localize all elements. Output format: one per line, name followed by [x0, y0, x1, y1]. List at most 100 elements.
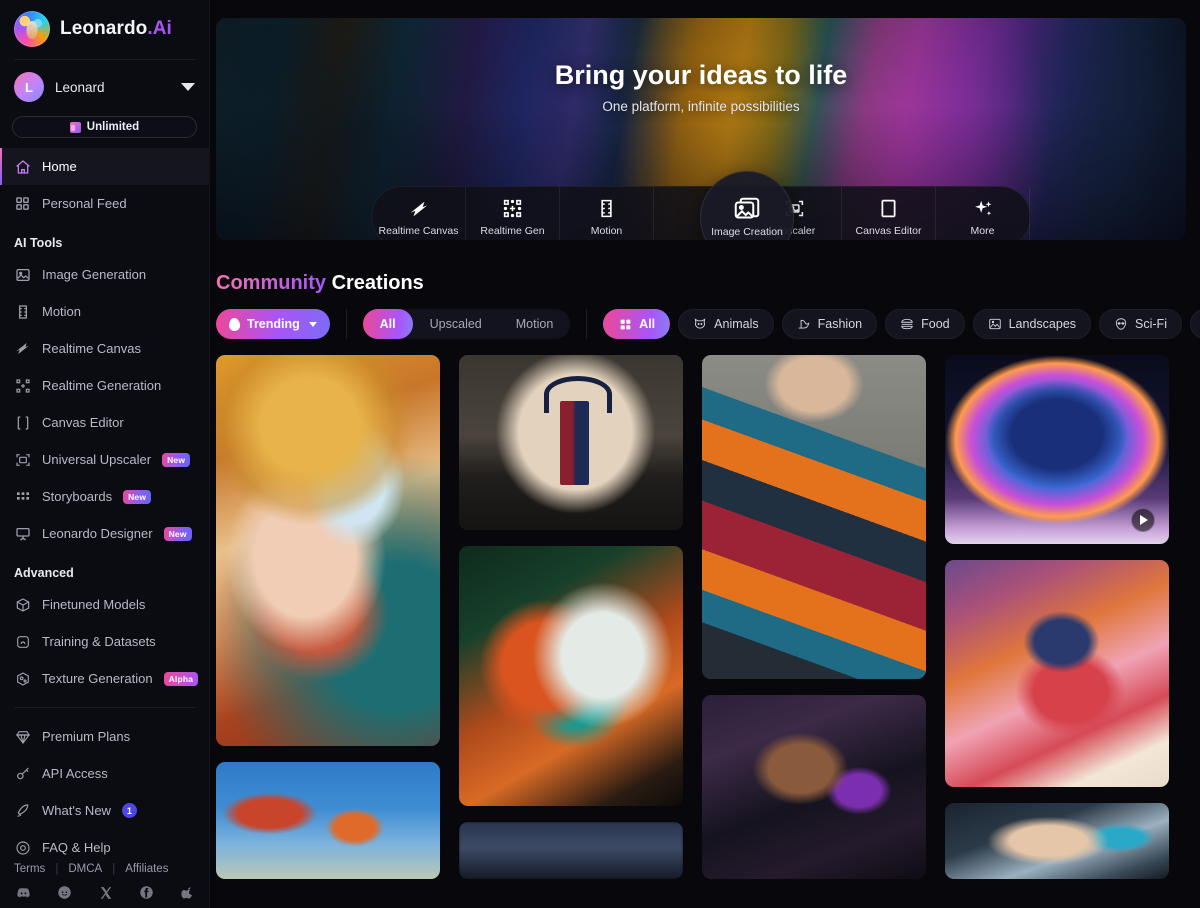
social-links [14, 885, 195, 900]
discord-icon[interactable] [16, 885, 31, 900]
key-icon [14, 765, 31, 782]
burger-icon [900, 317, 914, 331]
sidebar: Leonardo.Ai L Leonard Unlimited Home Per… [0, 0, 210, 908]
tool-label: Motion [590, 224, 623, 237]
category-label: Fashion [817, 317, 863, 331]
affiliates-link[interactable]: Affiliates [125, 863, 168, 875]
artwork-woman-with-mug [945, 560, 1169, 788]
gallery-card[interactable] [702, 355, 926, 679]
designer-icon [14, 525, 31, 542]
gallery-column [945, 355, 1169, 879]
help-icon [14, 839, 31, 856]
dmca-link[interactable]: DMCA [68, 863, 102, 875]
tool-canvas-editor[interactable]: Canvas Editor [842, 187, 936, 240]
gallery-card[interactable] [459, 546, 683, 807]
gallery-card[interactable] [945, 355, 1169, 545]
gallery-column [702, 355, 926, 879]
sidebar-item-label: Motion [42, 304, 82, 319]
legal-separator: | [112, 863, 116, 875]
gallery-card[interactable] [459, 822, 683, 879]
sidebar-item-storyboards[interactable]: Storyboards New [0, 478, 209, 515]
section-header: Community Creations [210, 240, 1200, 295]
sidebar-item-premium-plans[interactable]: Premium Plans [0, 718, 209, 755]
brand-header[interactable]: Leonardo.Ai [0, 0, 209, 57]
plan-badge-icon [69, 121, 81, 133]
plan-badge[interactable]: Unlimited [12, 116, 197, 138]
cat-icon [693, 317, 707, 331]
main-content: Bring your ideas to life One platform, i… [210, 0, 1200, 908]
landscape-icon [988, 317, 1002, 331]
segment-all[interactable]: All [362, 309, 413, 339]
sidebar-item-label: Training & Datasets [42, 634, 156, 649]
apple-icon[interactable] [180, 885, 195, 900]
sidebar-footer: Terms | DMCA | Affiliates [0, 857, 209, 908]
sidebar-item-finetuned-models[interactable]: Finetuned Models [0, 586, 209, 623]
facebook-icon[interactable] [139, 885, 154, 900]
gallery-card[interactable] [702, 694, 926, 879]
x-icon[interactable] [98, 885, 113, 900]
sidebar-item-home[interactable]: Home [0, 148, 209, 185]
sidebar-item-training-datasets[interactable]: Training & Datasets [0, 623, 209, 660]
terms-link[interactable]: Terms [14, 863, 45, 875]
category-vehicles[interactable]: Vehicles [1189, 309, 1200, 339]
category-animals[interactable]: Animals [678, 309, 774, 339]
filter-divider-1 [345, 309, 347, 339]
segment-motion[interactable]: Motion [499, 309, 571, 339]
tool-realtime-gen[interactable]: Realtime Gen [466, 187, 560, 240]
category-label: Landscapes [1008, 317, 1077, 331]
tool-image-creation[interactable]: Image Creation [700, 171, 794, 240]
chevron-down-icon[interactable] [181, 83, 195, 91]
sidebar-item-texture-generation[interactable]: Texture Generation Alpha [0, 660, 209, 697]
sidebar-item-canvas-editor[interactable]: Canvas Editor [0, 404, 209, 441]
sidebar-item-label: What's New [42, 803, 111, 818]
sparkle-icon [972, 198, 994, 220]
upscaler-icon [14, 451, 31, 468]
gallery-card[interactable] [216, 761, 440, 879]
status-badge: New [163, 526, 192, 541]
filter-bar: Trending All Upscaled Motion All Animals [210, 295, 1200, 339]
type-segmented-control: All Upscaled Motion [362, 309, 571, 339]
sidebar-item-leonardo-designer[interactable]: Leonardo Designer New [0, 515, 209, 552]
category-food[interactable]: Food [885, 309, 965, 339]
sidebar-divider-mid [14, 707, 195, 708]
realtime-canvas-icon [408, 198, 430, 220]
artwork-golden-masked-woman [216, 355, 440, 746]
gallery-card[interactable] [216, 355, 440, 746]
page-title-accent: Community [216, 272, 326, 294]
tool-realtime-canvas[interactable]: Realtime Canvas [372, 187, 466, 240]
reddit-icon[interactable] [57, 885, 72, 900]
trending-dropdown[interactable]: Trending [216, 309, 330, 339]
category-fashion[interactable]: Fashion [781, 309, 878, 339]
category-landscapes[interactable]: Landscapes [972, 309, 1092, 339]
sidebar-item-api-access[interactable]: API Access [0, 755, 209, 792]
sidebar-item-whats-new[interactable]: What's New 1 [0, 792, 209, 829]
sidebar-item-personal-feed[interactable]: Personal Feed [0, 185, 209, 222]
sidebar-item-universal-upscaler[interactable]: Universal Upscaler New [0, 441, 209, 478]
gallery-card[interactable] [945, 803, 1169, 879]
gallery-masonry [210, 339, 1200, 879]
sidebar-item-image-generation[interactable]: Image Generation [0, 256, 209, 293]
category-label: Food [921, 317, 950, 331]
avatar: L [14, 72, 44, 102]
flame-icon [228, 317, 241, 331]
category-all[interactable]: All [603, 309, 671, 339]
profile-name: Leonard [55, 79, 105, 95]
texture-icon [14, 670, 31, 687]
segment-upscaled[interactable]: Upscaled [413, 309, 499, 339]
shoe-icon [797, 317, 811, 331]
tool-motion[interactable]: Motion [560, 187, 654, 240]
sidebar-section-advanced: Advanced [14, 566, 74, 580]
artwork-colorblock-gown [702, 355, 926, 679]
sidebar-item-faq-help[interactable]: FAQ & Help [0, 829, 209, 857]
profile-row[interactable]: L Leonard [0, 60, 209, 108]
category-sci-fi[interactable]: Sci-Fi [1099, 309, 1182, 339]
gallery-card[interactable] [459, 355, 683, 531]
category-label: All [639, 317, 656, 331]
artwork-blurred-scene [459, 822, 683, 879]
sidebar-item-realtime-canvas[interactable]: Realtime Canvas [0, 330, 209, 367]
gallery-column [459, 355, 683, 879]
tool-more[interactable]: More [936, 187, 1030, 240]
sidebar-item-motion[interactable]: Motion [0, 293, 209, 330]
gallery-card[interactable] [945, 560, 1169, 788]
sidebar-item-realtime-generation[interactable]: Realtime Generation [0, 367, 209, 404]
